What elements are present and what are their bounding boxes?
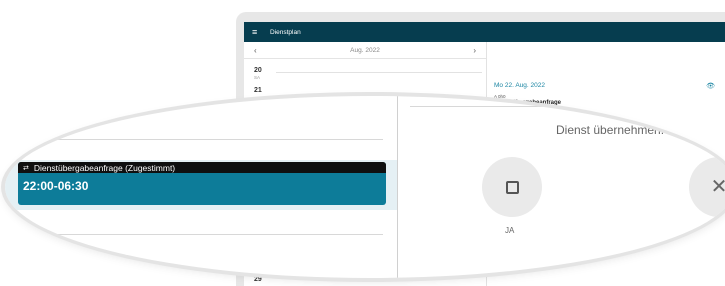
detail-small-text: A 0h0 [494,94,506,99]
checkbox-icon [505,180,519,194]
chevron-right-icon[interactable]: › [473,46,476,55]
day-number[interactable]: 29 [254,276,262,283]
month-navigation: ‹ Aug. 2022 › [244,42,486,59]
hamburger-menu-icon[interactable]: ≡ [252,27,266,37]
dialog-title: Dienst übernehmen: [556,123,665,137]
pane-divider [397,96,398,278]
shift-card-header: ⇄ Dienstübergabeanfrage (Zugestimmt) [18,162,386,173]
divider [20,234,383,235]
detail-date: Mo 22. Aug. 2022 [494,82,545,89]
shift-time: 22:00-06:30 [23,179,89,193]
accept-button[interactable] [482,157,542,217]
day-row[interactable]: 21 [254,87,486,94]
decline-button[interactable]: ✕ [689,157,725,217]
day-number: 21 [254,87,262,94]
shift-status-label: Dienstübergabeanfrage (Zugestimmt) [33,162,176,173]
accept-label: JA [505,226,515,235]
divider [20,139,383,140]
day-detail: Mo 22. Aug. 2022 👁 A 0h0 Dienstübergabea… [494,82,725,106]
chevron-left-icon[interactable]: ‹ [254,46,257,55]
close-icon: ✕ [710,176,725,198]
app-title: Dienstplan [270,28,301,36]
day-number: 20 [254,67,262,74]
day-divider [276,72,482,73]
visibility-icon[interactable]: 👁 [706,82,715,90]
day-row[interactable]: 20 SA [254,67,486,80]
weekday-label: SA [254,75,261,80]
magnifier-lens: ⇄ Dienstübergabeanfrage (Zugestimmt) 22:… [5,96,725,278]
shift-card[interactable]: ⇄ Dienstübergabeanfrage (Zugestimmt) 22:… [18,162,386,205]
swap-icon: ⇄ [23,164,29,172]
month-label: Aug. 2022 [350,46,380,54]
app-bar: ≡ Dienstplan [244,22,725,42]
divider [410,106,710,107]
